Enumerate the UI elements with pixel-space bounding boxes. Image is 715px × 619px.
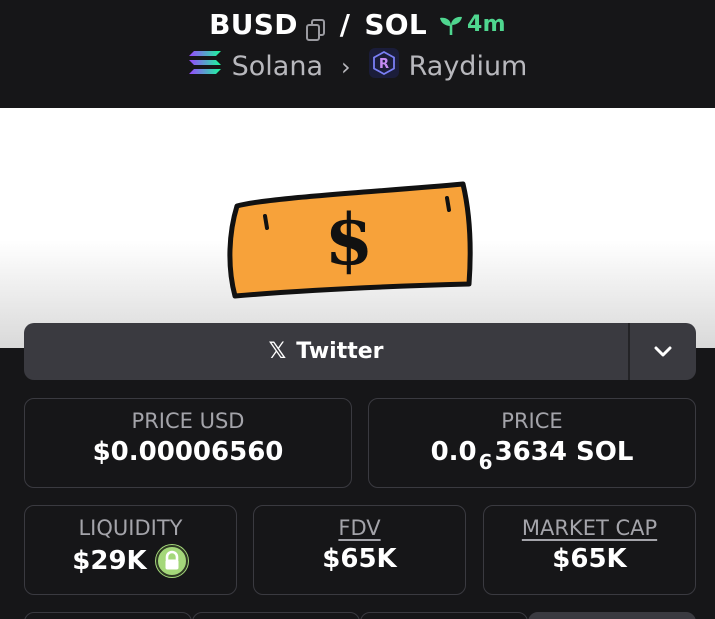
price-prefix: 0.0 <box>430 437 477 467</box>
liquidity-value: $29K <box>72 546 147 576</box>
price-native-card: PRICE 0.0 6 3634 SOL <box>368 398 696 488</box>
twitter-label: Twitter <box>296 339 384 364</box>
market-cap-value: $65K <box>552 544 627 574</box>
price-zero-count: 6 <box>478 450 493 474</box>
price-digits: 3634 SOL <box>494 437 634 467</box>
market-cap-label[interactable]: MARKET CAP <box>484 516 695 540</box>
links-dropdown-button[interactable] <box>630 323 696 380</box>
sprout-icon <box>440 16 463 35</box>
chain-link[interactable]: Solana <box>232 51 323 82</box>
price-label: PRICE <box>501 409 563 433</box>
timeframe-tab-active[interactable] <box>528 612 696 619</box>
raydium-icon: R <box>368 48 399 85</box>
price-usd-value: $0.00006560 <box>92 437 284 467</box>
base-token-symbol: BUSD <box>209 8 298 41</box>
pair-title: BUSD / SOL 4m <box>0 8 715 41</box>
quote-token-symbol: SOL <box>364 8 428 41</box>
liquidity-value-row: $29K <box>25 544 236 578</box>
pair-age-value: 4m <box>467 12 506 37</box>
timeframe-tab[interactable] <box>24 612 192 619</box>
dollar-bill-icon: $ <box>227 181 473 299</box>
price-usd-card: PRICE USD $0.00006560 <box>24 398 352 488</box>
dex-link[interactable]: Raydium <box>409 51 528 82</box>
solana-icon <box>188 50 222 83</box>
price-usd-label: PRICE USD <box>131 409 245 433</box>
twitter-link-button[interactable]: 𝕏 Twitter <box>24 323 696 380</box>
pair-header: BUSD / SOL 4m Solana › R Raydium <box>0 0 715 108</box>
fdv-label[interactable]: FDV <box>254 516 465 540</box>
token-banner-image: $ <box>0 108 715 348</box>
svg-text:R: R <box>379 57 389 72</box>
liquidity-label: LIQUIDITY <box>78 516 183 540</box>
price-native-value: 0.0 6 3634 SOL <box>369 437 695 474</box>
timeframe-tab[interactable] <box>192 612 360 619</box>
timeframe-tabs <box>24 612 696 619</box>
svg-text:$: $ <box>325 198 374 281</box>
timeframe-tab[interactable] <box>360 612 528 619</box>
pair-page: BUSD / SOL 4m Solana › R Raydium $ 𝕏 Twi… <box>0 0 715 619</box>
x-logo-icon: 𝕏 <box>268 339 287 364</box>
fdv-value: $65K <box>322 544 397 574</box>
chevron-down-icon <box>654 346 672 356</box>
chevron-right-icon: › <box>341 52 351 81</box>
breadcrumb: Solana › R Raydium <box>0 48 715 85</box>
market-cap-card: MARKET CAP $65K <box>483 505 696 595</box>
fdv-card: FDV $65K <box>253 505 466 595</box>
pair-age: 4m <box>439 12 506 37</box>
copy-icon[interactable] <box>305 15 326 41</box>
lock-icon[interactable] <box>154 544 189 578</box>
twitter-main[interactable]: 𝕏 Twitter <box>24 323 628 380</box>
liquidity-card: LIQUIDITY $29K <box>24 505 237 595</box>
pair-separator: / <box>339 8 351 41</box>
